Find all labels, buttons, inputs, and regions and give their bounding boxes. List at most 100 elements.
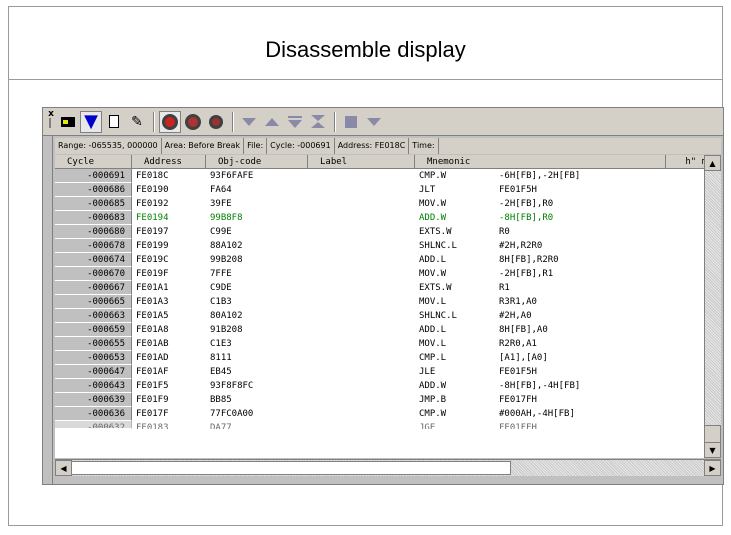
chevron-down-icon xyxy=(367,117,381,126)
table-row[interactable]: -000678 FE0199 88A102 SHLNC.L #2H,R2R0 xyxy=(55,239,710,253)
mnemonic-cell: JMP.B xyxy=(419,395,447,405)
v-filter-button[interactable]: ▼ xyxy=(80,110,102,133)
column-header-obj-code[interactable]: Obj-code xyxy=(206,155,308,169)
record-button-3[interactable] xyxy=(205,111,227,133)
address-cell: FE01AD xyxy=(136,353,169,363)
column-header-label[interactable]: Label xyxy=(308,155,415,169)
table-row[interactable]: -000655 FE01AB C1E3 MOV.L R2R0,A1 xyxy=(55,337,710,351)
toolbar-separator xyxy=(232,111,234,132)
address-cell: FE01AB xyxy=(136,339,169,349)
stop-button[interactable] xyxy=(340,111,362,133)
obj-code-cell: FA64 xyxy=(210,185,232,195)
scroll-thumb[interactable] xyxy=(704,425,721,443)
grid-header: Cycle Address Obj-code Label Mnemonic h"… xyxy=(55,155,710,169)
scroll-down-arrow-icon[interactable]: ▼ xyxy=(704,442,721,458)
table-row[interactable]: -000643 FE01F5 93F8F8FC ADD.W -8H[FB],-4H[FB… xyxy=(55,379,710,393)
address-cell: FE0194 xyxy=(136,213,169,223)
table-row[interactable]: -000639 FE01F9 BB85 JMP.B FE017FH xyxy=(55,393,710,407)
table-row[interactable]: -000691 FE018C 93F6FAFE CMP.W -6H[FB],-2H[FB… xyxy=(55,169,710,183)
horizontal-scrollbar[interactable]: ◀ ▶ xyxy=(55,459,721,476)
title-divider xyxy=(9,79,722,80)
close-icon[interactable]: x xyxy=(48,109,54,118)
cycle-cell: -000686 xyxy=(55,183,132,197)
display-mode-button[interactable] xyxy=(57,111,79,133)
page-down-icon xyxy=(288,115,302,128)
mnemonic-cell: MOV.W xyxy=(419,199,447,209)
table-row[interactable]: -000632 FE0183 DA77 JGE FE01FEH xyxy=(55,421,710,429)
label-cell xyxy=(308,421,415,429)
table-row[interactable]: -000674 FE019C 99B208 ADD.L 8H[FB],R2R0 xyxy=(55,253,710,267)
table-row[interactable]: -000653 FE01AD 8111 CMP.L [A1],[A0] xyxy=(55,351,710,365)
cycle-cell: -000678 xyxy=(55,239,132,253)
operand-cell: #2H,A0 xyxy=(499,311,532,321)
mnemonic-cell: ADD.W xyxy=(419,213,447,223)
info-cycle: Cycle: -000691 xyxy=(267,138,335,154)
cycle-cell: -000670 xyxy=(55,267,132,281)
grip-bars xyxy=(49,117,55,128)
table-row[interactable]: -000667 FE01A1 C9DE EXTS.W R1 xyxy=(55,281,710,295)
expand-button[interactable] xyxy=(307,111,329,133)
toolbar-separator xyxy=(153,111,155,132)
mnemonic-cell: JGE xyxy=(419,423,436,429)
operand-cell: FE01F5H xyxy=(499,367,537,377)
scroll-up-arrow-icon[interactable]: ▲ xyxy=(704,155,721,171)
column-header-cycle[interactable]: Cycle xyxy=(55,155,132,169)
page-down-button[interactable] xyxy=(284,111,306,133)
address-cell: FE01A5 xyxy=(136,311,169,321)
mnemonic-cell: MOV.L xyxy=(419,297,447,307)
column-header-address[interactable]: Address xyxy=(132,155,206,169)
scroll-left-arrow-icon[interactable]: ◀ xyxy=(55,460,72,476)
record-button-2[interactable] xyxy=(182,111,204,133)
mnemonic-cell: MOV.W xyxy=(419,269,447,279)
toolbar: x ▼ ✎ xyxy=(43,108,723,136)
address-cell: FE017F xyxy=(136,409,169,419)
table-row[interactable]: -000686 FE0190 FA64 JLT FE01F5H xyxy=(55,183,710,197)
address-cell: FE01A8 xyxy=(136,325,169,335)
toolbar-grip[interactable]: x xyxy=(45,109,57,134)
table-row[interactable]: -000663 FE01A5 80A102 SHLNC.L #2H,A0 xyxy=(55,309,710,323)
document-button[interactable] xyxy=(103,111,125,133)
horizontal-scroll-thumb[interactable] xyxy=(71,461,511,475)
label-cell xyxy=(308,267,415,281)
table-row[interactable]: -000659 FE01A8 91B208 ADD.L 8H[FB],A0 xyxy=(55,323,710,337)
vertical-scrollbar[interactable]: ▲ ▼ xyxy=(704,155,721,458)
scroll-right-arrow-icon[interactable]: ▶ xyxy=(704,460,721,476)
v-filter-icon: ▼ xyxy=(84,111,98,132)
address-cell: FE0192 xyxy=(136,199,169,209)
cycle-cell: -000639 xyxy=(55,393,132,407)
scroll-down-button[interactable] xyxy=(238,111,260,133)
mnemonic-cell: CMP.W xyxy=(419,171,447,181)
table-row[interactable]: -000680 FE0197 C99E EXTS.W R0 xyxy=(55,225,710,239)
record-icon xyxy=(185,113,201,130)
table-row[interactable]: -000647 FE01AF EB45 JLE FE01F5H xyxy=(55,365,710,379)
cycle-cell: -000683 xyxy=(55,211,132,225)
expand-icon xyxy=(311,114,325,129)
table-row[interactable]: -000665 FE01A3 C1B3 MOV.L R3R1,A0 xyxy=(55,295,710,309)
obj-code-cell: DA77 xyxy=(210,423,232,429)
scroll-up-button[interactable] xyxy=(261,111,283,133)
info-range: Range: -065535, 000000 xyxy=(55,138,162,154)
triangle-up-icon xyxy=(265,117,279,126)
address-cell: FE01F5 xyxy=(136,381,169,391)
operand-cell: FE01F5H xyxy=(499,185,537,195)
record-button-1[interactable] xyxy=(159,110,181,133)
obj-code-cell: C1E3 xyxy=(210,339,232,349)
table-row[interactable]: -000636 FE017F 77FC0A00 CMP.W #000AH,-4H[FB] xyxy=(55,407,710,421)
cycle-cell: -000691 xyxy=(55,169,132,183)
address-cell: FE0190 xyxy=(136,185,169,195)
mnemonic-cell: CMP.L xyxy=(419,353,447,363)
cycle-cell: -000663 xyxy=(55,309,132,323)
label-cell xyxy=(308,295,415,309)
obj-code-cell: 93F6FAFE xyxy=(210,171,254,181)
obj-code-cell: 77FC0A00 xyxy=(210,409,254,419)
obj-code-cell: C9DE xyxy=(210,283,232,293)
operand-cell: #000AH,-4H[FB] xyxy=(499,409,575,419)
slide-title: Disassemble display xyxy=(265,37,466,62)
column-header-mnemonic[interactable]: Mnemonic xyxy=(415,155,666,169)
table-row[interactable]: -000685 FE0192 39FE MOV.W -2H[FB],R0 xyxy=(55,197,710,211)
dropdown-button[interactable] xyxy=(363,111,385,133)
table-row[interactable]: -000670 FE019F 7FFE MOV.W -2H[FB],R1 xyxy=(55,267,710,281)
table-row[interactable]: -000683 FE0194 99B8F8 ADD.W -8H[FB],R0 xyxy=(55,211,710,225)
label-cell xyxy=(308,351,415,365)
pen-button[interactable]: ✎ xyxy=(126,111,148,133)
